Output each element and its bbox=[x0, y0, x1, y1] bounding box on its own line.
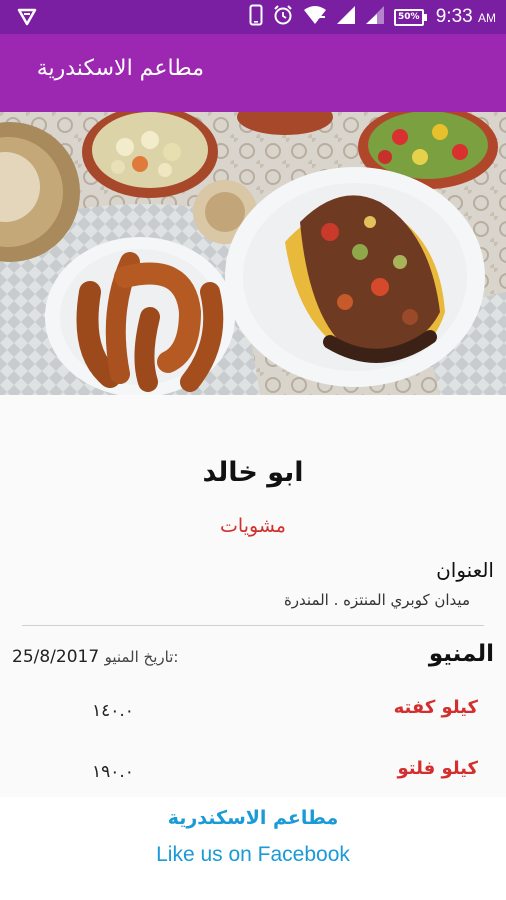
restaurant-card: ابو خالد مشويات العنوان ميدان كوبري المن… bbox=[0, 395, 506, 797]
menu-date-value: 25/8/2017 bbox=[12, 647, 100, 667]
battery-level: 50% bbox=[393, 8, 424, 26]
address-value: ميدان كوبري المنتزه . المندرة bbox=[283, 591, 470, 609]
menu-date: 25/8/2017 تاريخ المنيو: bbox=[12, 647, 178, 667]
facebook-like-link[interactable]: Like us on Facebook bbox=[0, 843, 506, 867]
wifi-icon bbox=[303, 5, 327, 29]
phone-icon bbox=[249, 4, 263, 30]
battery-icon: 50% bbox=[393, 8, 427, 26]
signal-weak-icon bbox=[365, 5, 385, 29]
app-notification-icon bbox=[16, 7, 38, 31]
menu-date-label: تاريخ المنيو: bbox=[104, 648, 179, 666]
clock: 9:33 AM bbox=[436, 6, 496, 28]
clock-time: 9:33 bbox=[435, 6, 473, 27]
app-bar: مطاعم الاسكندرية bbox=[0, 34, 506, 112]
alarm-icon bbox=[272, 4, 294, 30]
status-icons: 50% 9:33 AM bbox=[249, 0, 496, 34]
restaurant-photo bbox=[0, 112, 506, 395]
menu-item-name: كيلو كفته bbox=[393, 697, 478, 718]
screen: 50% 9:33 AM مطاعم الاسكندرية ابو خالد مش… bbox=[0, 0, 506, 900]
menu-label: المنيو bbox=[428, 641, 494, 667]
clock-ampm: AM bbox=[478, 11, 496, 25]
menu-item-name: كيلو فلتو bbox=[397, 758, 478, 779]
menu-item-price: ١٩٠.٠ bbox=[92, 762, 134, 782]
divider bbox=[22, 625, 484, 626]
menu-item-price: ١٤٠.٠ bbox=[92, 701, 134, 721]
signal-icon bbox=[336, 5, 356, 29]
footer: مطاعم الاسكندرية Like us on Facebook bbox=[0, 797, 506, 900]
address-label: العنوان bbox=[436, 558, 494, 582]
restaurant-category: مشويات bbox=[220, 515, 286, 537]
app-title: مطاعم الاسكندرية bbox=[36, 56, 204, 81]
status-bar: 50% 9:33 AM bbox=[0, 0, 506, 34]
facebook-page-name[interactable]: مطاعم الاسكندرية bbox=[0, 807, 506, 829]
restaurant-name: ابو خالد bbox=[202, 457, 304, 488]
